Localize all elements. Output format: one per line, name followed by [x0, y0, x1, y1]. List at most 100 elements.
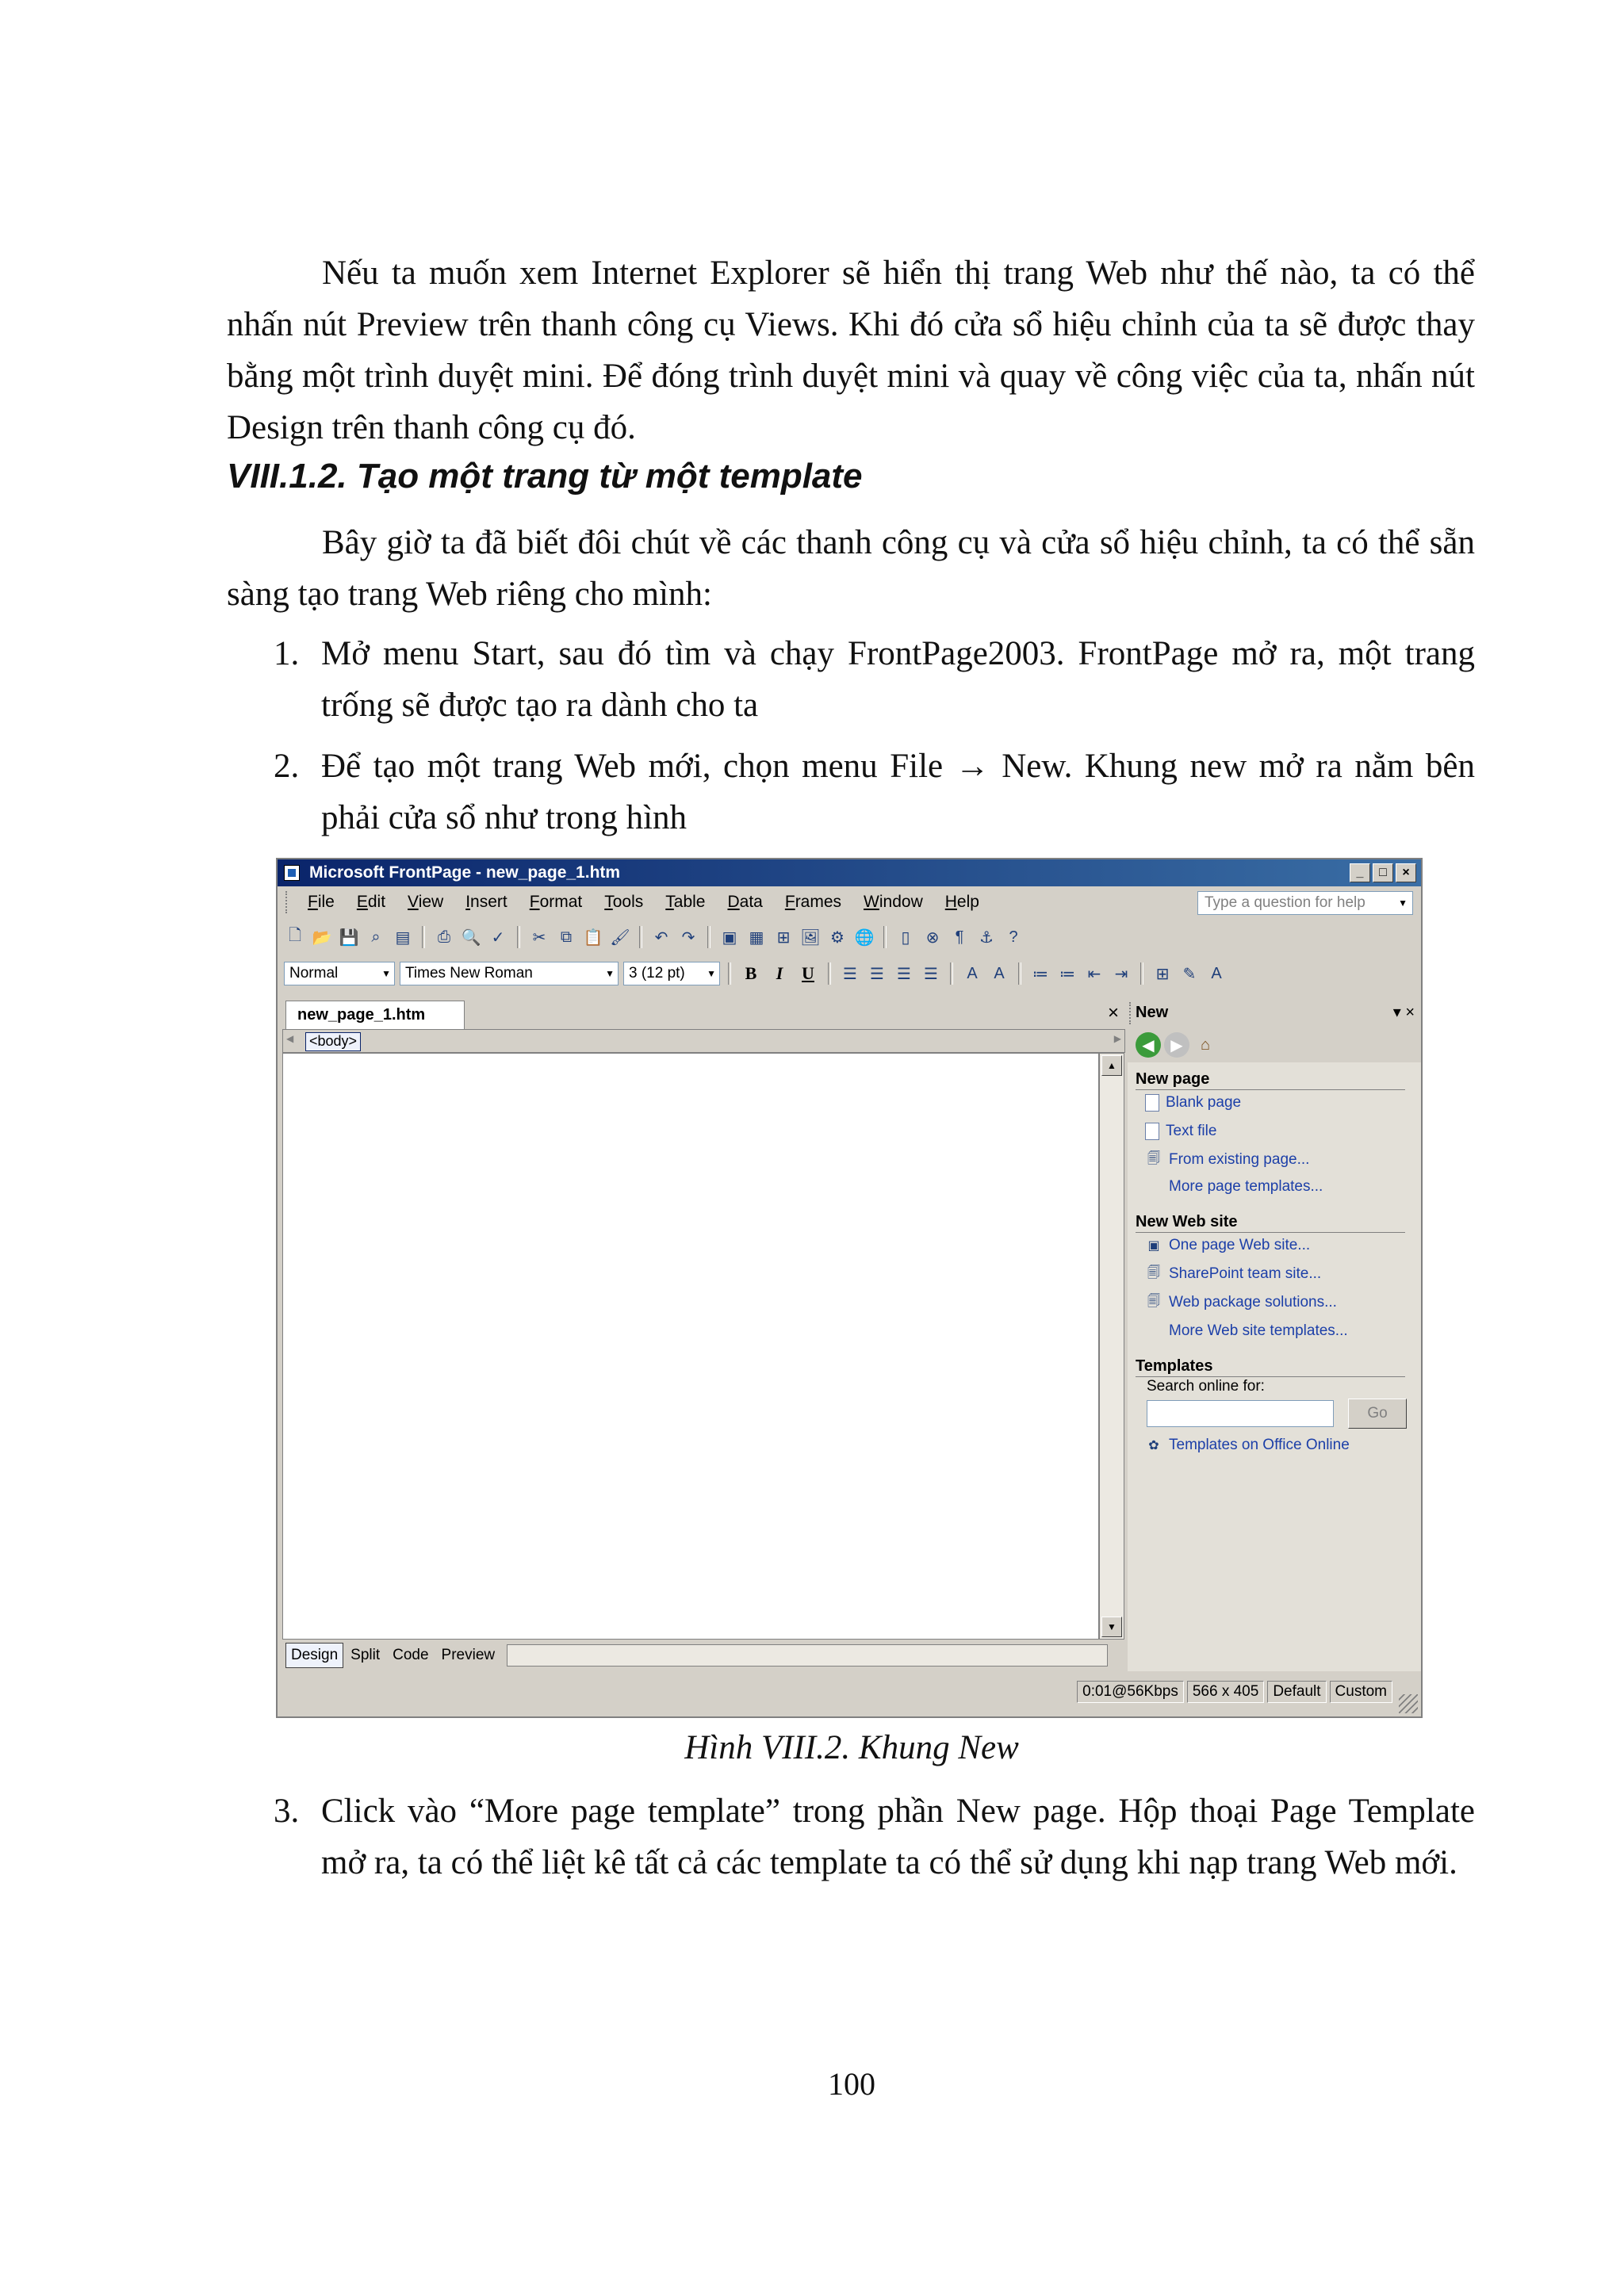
new-page-icon[interactable]: 🗋: [284, 926, 306, 948]
publish-icon[interactable]: ▤: [392, 926, 414, 948]
cut-icon[interactable]: ✂: [528, 926, 550, 948]
bullets-icon[interactable]: ≔: [1056, 962, 1078, 985]
paste-icon[interactable]: 📋: [582, 926, 604, 948]
align-center-icon[interactable]: ☰: [866, 962, 888, 985]
chevron-right-icon[interactable]: ▶: [1114, 1033, 1121, 1044]
menu-table[interactable]: Table: [654, 893, 716, 912]
decrease-font-icon[interactable]: A: [988, 962, 1010, 985]
refresh-icon[interactable]: ▯: [894, 926, 917, 948]
template-search-input[interactable]: [1147, 1400, 1334, 1427]
menu-edit[interactable]: Edit: [346, 893, 396, 912]
menu-window[interactable]: Window: [852, 893, 934, 912]
horizontal-scrollbar[interactable]: [507, 1644, 1108, 1667]
design-editor[interactable]: [282, 1053, 1099, 1640]
menu-help[interactable]: Help: [934, 893, 990, 912]
one-page-site-link[interactable]: ▣ One page Web site...: [1145, 1237, 1310, 1254]
help-search-input[interactable]: Type a question for help ▼: [1197, 891, 1413, 915]
existing-page-link[interactable]: 🗐 From existing page...: [1145, 1151, 1309, 1169]
insert-layer-icon[interactable]: ▣: [718, 926, 741, 948]
section-intro: Bây giờ ta đã biết đôi chút về các thanh…: [227, 524, 1475, 613]
bold-button[interactable]: B: [739, 962, 763, 985]
back-icon[interactable]: ◀: [1136, 1032, 1161, 1058]
default-status[interactable]: Default: [1267, 1681, 1327, 1703]
web-package-link[interactable]: 🗐 Web package solutions...: [1145, 1294, 1337, 1311]
page-size-status[interactable]: 566 x 405: [1186, 1681, 1265, 1703]
sharepoint-site-link[interactable]: 🗐 SharePoint team site...: [1145, 1265, 1321, 1283]
scroll-up-icon[interactable]: ▲: [1101, 1055, 1122, 1076]
code-view-button[interactable]: Code: [387, 1643, 434, 1668]
frontpage-app-icon: [284, 865, 300, 881]
format-painter-icon[interactable]: 🖌: [609, 926, 631, 948]
chevron-left-icon[interactable]: ◀: [286, 1033, 293, 1044]
minimize-button[interactable]: _: [1350, 863, 1370, 882]
align-right-icon[interactable]: ☰: [893, 962, 915, 985]
custom-status[interactable]: Custom: [1329, 1681, 1392, 1703]
bookmark-icon[interactable]: ⚓: [975, 926, 998, 948]
body-tag[interactable]: <body>: [305, 1032, 362, 1051]
preview-icon[interactable]: 🔍: [460, 926, 482, 948]
highlight-icon[interactable]: ✎: [1178, 962, 1201, 985]
pane-grip: [1129, 1002, 1133, 1024]
print-icon[interactable]: ⎙: [433, 926, 455, 948]
menu-view[interactable]: View: [396, 893, 454, 912]
italic-button[interactable]: I: [768, 962, 791, 985]
underline-button[interactable]: U: [796, 962, 820, 985]
download-time-status[interactable]: 0:01@56Kbps: [1077, 1681, 1184, 1703]
search-icon[interactable]: ⌕: [365, 926, 387, 948]
vertical-scrollbar[interactable]: ▲ ▼: [1099, 1053, 1124, 1640]
align-left-icon[interactable]: ☰: [839, 962, 861, 985]
undo-icon[interactable]: ↶: [650, 926, 672, 948]
font-color-icon[interactable]: A: [1205, 962, 1228, 985]
copy-icon[interactable]: ⧉: [555, 926, 577, 948]
numbering-icon[interactable]: ≔: [1029, 962, 1051, 985]
menu-data[interactable]: Data: [716, 893, 773, 912]
spelling-icon[interactable]: ✓: [487, 926, 509, 948]
design-view-button[interactable]: Design: [285, 1643, 344, 1668]
section-heading: VIII.1.2. Tạo một trang từ một template: [227, 457, 863, 496]
decrease-indent-icon[interactable]: ⇤: [1083, 962, 1105, 985]
increase-font-icon[interactable]: A: [961, 962, 983, 985]
layout-table-icon[interactable]: ⊞: [772, 926, 795, 948]
link-label: One page Web site...: [1169, 1237, 1311, 1253]
insert-picture-icon[interactable]: 🖼: [799, 926, 822, 948]
close-icon[interactable]: ×: [1108, 1002, 1119, 1024]
increase-indent-icon[interactable]: ⇥: [1110, 962, 1132, 985]
show-all-icon[interactable]: ¶: [948, 926, 971, 948]
task-pane-header: New ▾ ×: [1128, 997, 1421, 1029]
menu-format[interactable]: Format: [519, 893, 594, 912]
help-icon[interactable]: ?: [1002, 926, 1025, 948]
text-file-icon: [1145, 1123, 1159, 1140]
open-folder-icon[interactable]: 📂: [311, 926, 333, 948]
menu-frames[interactable]: Frames: [774, 893, 852, 912]
borders-icon[interactable]: ⊞: [1151, 962, 1174, 985]
blank-page-link[interactable]: Blank page: [1145, 1094, 1241, 1112]
style-select[interactable]: Normal ▼: [284, 962, 395, 985]
text-file-link[interactable]: Text file: [1145, 1123, 1216, 1140]
hyperlink-icon[interactable]: 🌐: [853, 926, 875, 948]
menu-file[interactable]: File: [297, 893, 346, 912]
templates-online-link[interactable]: ✿ Templates on Office Online: [1145, 1437, 1349, 1454]
more-page-templates-link[interactable]: More page templates...: [1145, 1178, 1323, 1196]
web-component-icon[interactable]: ⚙: [826, 926, 848, 948]
tab-new-page-1[interactable]: new_page_1.htm: [285, 1001, 465, 1029]
more-site-templates-link[interactable]: More Web site templates...: [1145, 1322, 1348, 1340]
go-button[interactable]: Go: [1348, 1399, 1407, 1429]
home-icon[interactable]: ⌂: [1193, 1032, 1218, 1058]
stop-icon[interactable]: ⊗: [921, 926, 944, 948]
forward-icon[interactable]: ▶: [1164, 1032, 1189, 1058]
save-icon[interactable]: 💾: [338, 926, 360, 948]
font-select[interactable]: Times New Roman ▼: [400, 962, 619, 985]
font-size-select[interactable]: 3 (12 pt) ▼: [623, 962, 720, 985]
redo-icon[interactable]: ↷: [677, 926, 699, 948]
split-view-button[interactable]: Split: [345, 1643, 385, 1668]
close-button[interactable]: ×: [1396, 863, 1416, 882]
insert-table-icon[interactable]: ▦: [745, 926, 768, 948]
preview-view-button[interactable]: Preview: [436, 1643, 501, 1668]
menu-tools[interactable]: Tools: [593, 893, 654, 912]
justify-icon[interactable]: ☰: [920, 962, 942, 985]
pane-close-icon[interactable]: ▾ ×: [1393, 1002, 1415, 1022]
menu-insert[interactable]: Insert: [454, 893, 519, 912]
scroll-down-icon[interactable]: ▼: [1101, 1617, 1122, 1637]
resize-grip-icon[interactable]: [1399, 1694, 1418, 1713]
maximize-button[interactable]: □: [1373, 863, 1393, 882]
